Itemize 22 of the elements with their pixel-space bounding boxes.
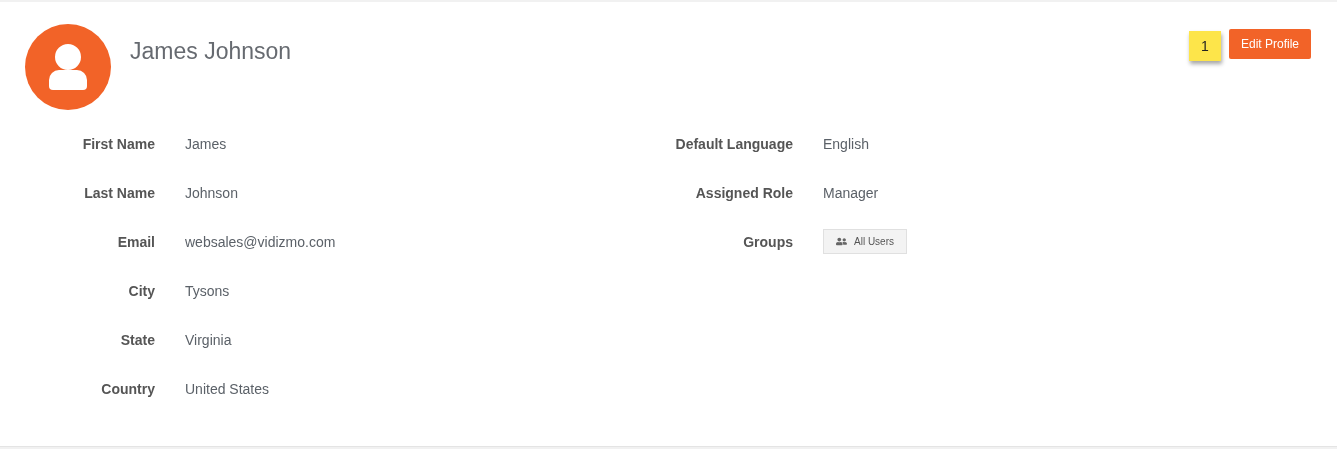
step-badge: 1	[1188, 31, 1221, 61]
field-value: websales@vidizmo.com	[185, 233, 337, 252]
field-label: Email	[116, 233, 155, 252]
avatar-icon	[25, 24, 111, 110]
field-value: United States	[185, 380, 271, 399]
field-label: State	[119, 331, 155, 350]
field-label: First Name	[81, 135, 155, 154]
users-icon	[836, 236, 847, 247]
field-label: Default Language	[674, 135, 793, 154]
field-value: Manager	[823, 184, 880, 203]
field-label: City	[127, 282, 155, 301]
group-tag[interactable]: All Users	[823, 229, 907, 254]
field-value: Johnson	[185, 184, 239, 203]
field-value: Tysons	[185, 282, 231, 301]
field-label: Assigned Role	[694, 184, 793, 203]
field-value: James	[185, 135, 228, 154]
field-label: Groups	[742, 233, 793, 252]
field-label: Last Name	[83, 184, 155, 203]
field-label: Country	[100, 380, 155, 399]
field-value: Virginia	[185, 331, 233, 350]
field-value: English	[823, 135, 870, 154]
profile-name: James Johnson	[130, 38, 293, 65]
